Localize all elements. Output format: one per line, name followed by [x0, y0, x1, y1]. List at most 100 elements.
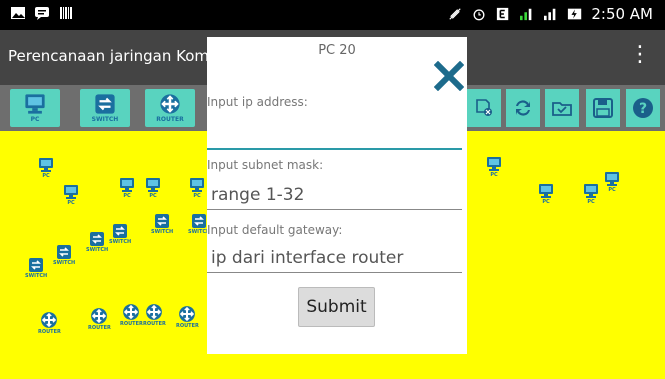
add-router-label: ROUTER — [156, 116, 184, 123]
switch-icon — [28, 257, 44, 273]
switch-node[interactable]: SWITCH — [109, 223, 131, 245]
save-button[interactable] — [586, 89, 620, 127]
gallery-notification-icon — [11, 7, 25, 19]
node-label: SWITCH — [151, 229, 174, 235]
default-gateway-input[interactable] — [207, 243, 462, 273]
node-label: ROUTER — [38, 329, 61, 335]
node-label: SWITCH — [53, 260, 76, 266]
svg-text:?: ? — [639, 101, 647, 117]
switch-icon — [89, 231, 105, 247]
router-node[interactable]: ROUTER — [38, 311, 61, 335]
router-node[interactable]: ROUTER — [143, 303, 166, 327]
pc-icon — [604, 171, 620, 187]
node-label: ROUTER — [143, 321, 166, 327]
node-label: SWITCH — [109, 239, 132, 245]
subnet-mask-label: Input subnet mask: — [207, 158, 324, 172]
add-switch-button[interactable]: SWITCH — [80, 89, 130, 127]
pc-node[interactable]: PC — [63, 184, 79, 206]
pc-icon — [583, 183, 599, 199]
switch-node[interactable]: SWITCH — [53, 244, 75, 266]
open-file-button[interactable] — [545, 89, 579, 127]
ip-address-input[interactable] — [207, 120, 462, 150]
node-label: PC — [587, 199, 595, 205]
router-icon — [159, 93, 181, 115]
node-label: PC — [193, 193, 201, 199]
switch-node[interactable]: SWITCH — [86, 231, 108, 253]
pc-node[interactable]: PC — [604, 171, 620, 193]
status-bar: 2:50 AM — [0, 0, 665, 30]
alarm-icon — [473, 9, 485, 21]
node-label: PC — [67, 200, 75, 206]
add-switch-label: SWITCH — [91, 116, 119, 123]
save-icon — [593, 98, 613, 118]
node-label: ROUTER — [88, 325, 111, 331]
close-icon[interactable] — [434, 61, 464, 91]
overflow-menu-icon[interactable]: ⋮ — [629, 44, 651, 66]
switch-node[interactable]: SWITCH — [25, 257, 47, 279]
node-label: SWITCH — [86, 247, 109, 253]
pc-node[interactable]: PC — [38, 157, 54, 179]
delete-device-button[interactable] — [467, 89, 501, 127]
node-label: ROUTER — [120, 321, 143, 327]
status-time: 2:50 AM — [591, 5, 653, 23]
subnet-mask-input[interactable] — [207, 180, 462, 210]
node-label: PC — [42, 173, 50, 179]
signal-sim2-icon — [544, 8, 556, 21]
ip-address-label: Input ip address: — [207, 95, 308, 109]
pc-icon — [119, 177, 135, 193]
node-label: PC — [490, 172, 498, 178]
add-pc-label: PC — [30, 116, 40, 123]
switch-icon — [154, 213, 170, 229]
pc-node[interactable]: PC — [145, 177, 161, 199]
node-label: PC — [608, 187, 616, 193]
pc-icon — [63, 184, 79, 200]
pc-node[interactable]: PC — [538, 183, 554, 205]
switch-icon — [112, 223, 128, 239]
help-icon: ? — [633, 98, 653, 118]
pc-icon — [486, 156, 502, 172]
pc-config-dialog: PC 20 Input ip address: Input subnet mas… — [207, 37, 467, 354]
refresh-button[interactable] — [506, 89, 540, 127]
signal-sim1-icon — [520, 8, 532, 21]
router-icon — [90, 307, 108, 325]
switch-icon — [191, 213, 207, 229]
switch-icon — [56, 244, 72, 260]
pc-node[interactable]: PC — [583, 183, 599, 205]
pc-icon — [189, 177, 205, 193]
router-node[interactable]: ROUTER — [88, 307, 111, 331]
refresh-icon — [516, 100, 530, 116]
node-label: PC — [149, 193, 157, 199]
router-icon — [122, 303, 140, 321]
delete-device-icon — [476, 99, 492, 116]
node-label: ROUTER — [176, 323, 199, 329]
barcode-notification-icon — [60, 7, 72, 19]
pc-icon — [538, 183, 554, 199]
add-router-button[interactable]: ROUTER — [145, 89, 195, 127]
router-icon — [40, 311, 58, 329]
open-folder-icon — [552, 102, 572, 116]
pc-icon — [145, 177, 161, 193]
add-pc-button[interactable]: PC — [10, 89, 60, 127]
pc-icon — [38, 157, 54, 173]
help-button[interactable]: ? — [626, 89, 660, 127]
router-node[interactable]: ROUTER — [176, 305, 199, 329]
battery-charging-icon — [568, 8, 582, 20]
message-notification-icon — [35, 7, 49, 20]
dialog-title: PC 20 — [318, 43, 356, 58]
pc-node[interactable]: PC — [189, 177, 205, 199]
node-label: PC — [123, 193, 131, 199]
network-e-icon — [497, 7, 509, 21]
router-icon — [145, 303, 163, 321]
submit-button[interactable]: Submit — [298, 287, 375, 327]
switch-node[interactable]: SWITCH — [151, 213, 173, 235]
node-label: PC — [542, 199, 550, 205]
pc-icon — [24, 93, 46, 115]
pc-node[interactable]: PC — [486, 156, 502, 178]
default-gateway-label: Input default gateway: — [207, 223, 343, 237]
router-icon — [178, 305, 196, 323]
node-label: SWITCH — [25, 273, 48, 279]
pc-node[interactable]: PC — [119, 177, 135, 199]
mute-icon — [449, 8, 462, 20]
router-node[interactable]: ROUTER — [120, 303, 143, 327]
switch-icon — [94, 93, 116, 115]
